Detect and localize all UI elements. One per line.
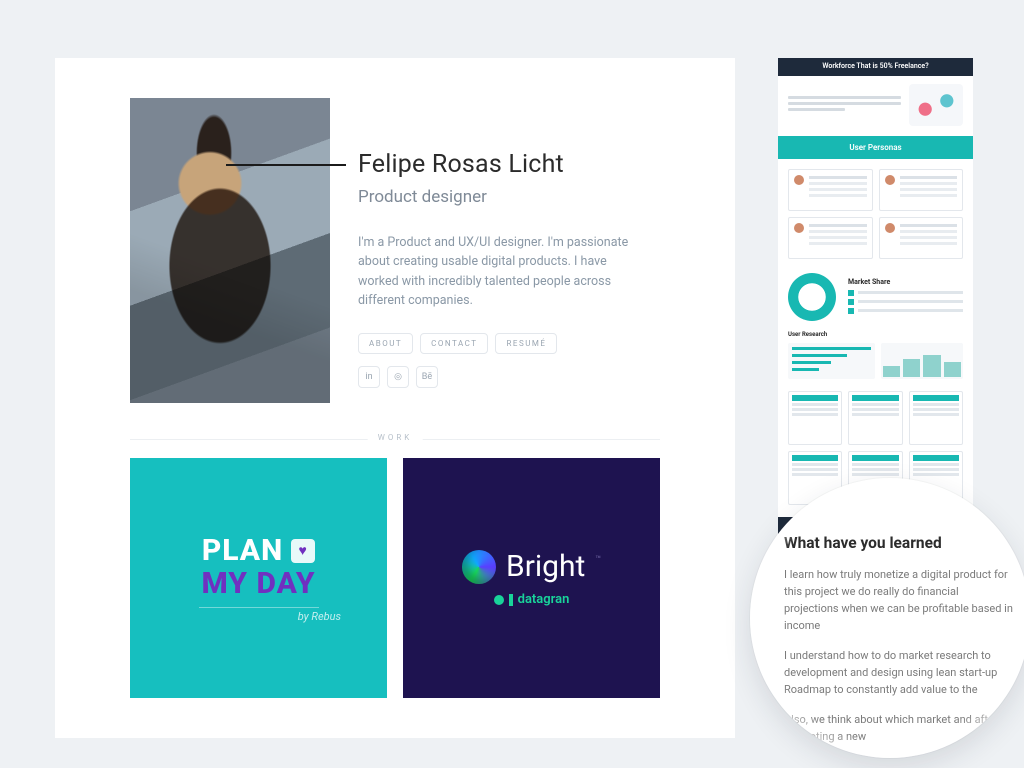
bright-logo-row: Bright ™: [462, 549, 601, 584]
persona-card: [788, 217, 873, 259]
behance-icon[interactable]: Bē: [416, 366, 438, 388]
nav-links: ABOUT CONTACT RESUMÉ: [358, 333, 633, 354]
preview-top-banner: Workforce That is 50% Freelance?: [778, 58, 973, 76]
persona-card: [879, 217, 964, 259]
tile-bright[interactable]: Bright ™ datagran: [403, 458, 660, 698]
lens-paragraph: I understand how to do market research t…: [784, 647, 1014, 698]
hero-section: Felipe Rosas Licht Product designer I'm …: [55, 58, 735, 403]
linkedin-icon[interactable]: in: [358, 366, 380, 388]
plan-separator: [199, 607, 319, 608]
case-study-scroll-preview: Workforce That is 50% Freelance? User Pe…: [778, 58, 973, 543]
resume-link[interactable]: RESUMÉ: [495, 333, 557, 354]
bright-subbrand-text: datagran: [518, 592, 570, 607]
lens-paragraph: I learn how truly monetize a digital pro…: [784, 566, 1014, 634]
preview-illustration-icon: [909, 84, 963, 126]
profile-role: Product designer: [358, 187, 633, 207]
donut-chart-icon: [788, 273, 836, 321]
wireframe-card: [848, 391, 902, 445]
work-tiles: PLAN ♥ MY DAY by Rebus Bright ™ datagran: [130, 458, 660, 698]
name-connector-line: [226, 164, 346, 166]
wireframe-card: [788, 391, 842, 445]
about-link[interactable]: ABOUT: [358, 333, 413, 354]
lens-paragraph: Also, we think about which market and af…: [784, 711, 1014, 745]
calendar-heart-icon: ♥: [291, 539, 315, 563]
persona-grid: [788, 169, 963, 259]
preview-section-heading: User Personas: [778, 136, 973, 159]
market-share-label: Market Share: [848, 278, 963, 286]
plan-word1: PLAN: [202, 533, 283, 568]
plan-line1: PLAN ♥: [202, 533, 315, 568]
horizontal-bars-icon: [788, 343, 875, 379]
work-section-divider: WORK: [130, 439, 660, 440]
preview-intro-text: [788, 96, 901, 114]
dot-icon: [494, 595, 504, 605]
tile-plan-my-day[interactable]: PLAN ♥ MY DAY by Rebus: [130, 458, 387, 698]
contact-link[interactable]: CONTACT: [420, 333, 488, 354]
hero-text: Felipe Rosas Licht Product designer I'm …: [330, 98, 633, 403]
plan-line2: MY DAY: [201, 566, 315, 601]
user-research-label: User Research: [788, 331, 963, 338]
market-share-row: Market Share: [788, 273, 963, 321]
persona-card: [879, 169, 964, 211]
persona-card: [788, 169, 873, 211]
bright-subbrand: datagran: [494, 592, 570, 607]
bar-chart-icon: [881, 343, 964, 379]
profile-bio: I'm a Product and UX/UI designer. I'm pa…: [358, 233, 633, 311]
zoom-lens: What have you learned I learn how truly …: [750, 478, 1024, 758]
profile-name: Felipe Rosas Licht: [358, 150, 633, 179]
profile-photo: [130, 98, 330, 403]
work-section-label: WORK: [368, 433, 423, 442]
research-charts-row: [788, 343, 963, 379]
trademark-icon: ™: [595, 555, 601, 565]
bright-orb-icon: [462, 550, 496, 584]
bar-icon: [509, 594, 513, 606]
market-share-legend: Market Share: [848, 278, 963, 317]
pinterest-icon[interactable]: ◎: [387, 366, 409, 388]
plan-byline: by Rebus: [298, 610, 341, 623]
portfolio-main-card: Felipe Rosas Licht Product designer I'm …: [55, 58, 735, 738]
lens-heading: What have you learned: [784, 534, 1014, 552]
bright-wordmark: Bright: [506, 549, 585, 584]
wireframe-card: [909, 391, 963, 445]
social-links: in ◎ Bē: [358, 366, 633, 388]
preview-intro-row: [788, 84, 963, 126]
